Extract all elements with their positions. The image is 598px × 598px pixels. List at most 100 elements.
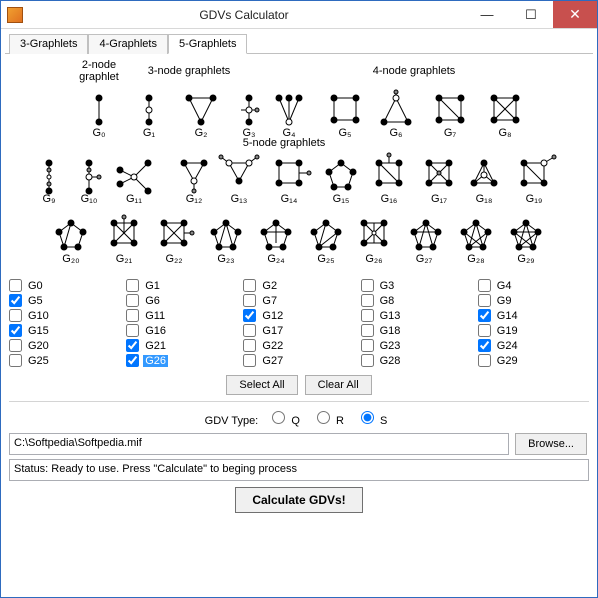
clear-all-button[interactable]: Clear All	[305, 375, 372, 395]
checkbox-g11[interactable]: G11	[126, 309, 237, 322]
checkbox-label: G15	[26, 325, 51, 337]
gdv-radio-r[interactable]: R	[312, 415, 344, 427]
checkbox-input-g22[interactable]	[243, 339, 256, 352]
checkbox-g4[interactable]: G4	[478, 279, 589, 292]
checkbox-g5[interactable]: G5	[9, 294, 120, 307]
calculate-button[interactable]: Calculate GDVs!	[235, 487, 362, 513]
checkbox-input-g18[interactable]	[361, 324, 374, 337]
tab-content: 2-node graphlet 3-node graphlets 4-node …	[1, 54, 597, 517]
checkbox-input-g4[interactable]	[478, 279, 491, 292]
checkbox-g12[interactable]: G12	[243, 309, 354, 322]
checkbox-input-g2[interactable]	[243, 279, 256, 292]
checkbox-g14[interactable]: G14	[478, 309, 589, 322]
checkbox-g3[interactable]: G3	[361, 279, 472, 292]
gdv-radio-q[interactable]: Q	[267, 415, 300, 427]
close-button[interactable]: ✕	[553, 1, 597, 28]
checkbox-g25[interactable]: G25	[9, 354, 120, 367]
graphlet-label-12: G₁₂	[186, 193, 203, 205]
checkbox-input-g0[interactable]	[9, 279, 22, 292]
checkbox-input-g14[interactable]	[478, 309, 491, 322]
graphlet-label-28: G₂₈	[467, 253, 484, 265]
checkbox-input-g25[interactable]	[9, 354, 22, 367]
checkbox-g27[interactable]: G27	[243, 354, 354, 367]
header-4node: 4-node graphlets	[373, 65, 456, 77]
checkbox-g20[interactable]: G20	[9, 339, 120, 352]
checkbox-label: G0	[26, 280, 45, 292]
tab-4-graphlets[interactable]: 4-Graphlets	[88, 34, 167, 54]
checkbox-g26[interactable]: G26	[126, 354, 237, 367]
checkbox-g18[interactable]: G18	[361, 324, 472, 337]
checkbox-g2[interactable]: G2	[243, 279, 354, 292]
checkbox-input-g10[interactable]	[9, 309, 22, 322]
checkbox-g0[interactable]: G0	[9, 279, 120, 292]
checkbox-input-g20[interactable]	[9, 339, 22, 352]
checkbox-g7[interactable]: G7	[243, 294, 354, 307]
checkbox-input-g21[interactable]	[126, 339, 139, 352]
graphlet-label-2: G₂	[195, 127, 208, 139]
checkbox-input-g5[interactable]	[9, 294, 22, 307]
checkbox-label: G8	[378, 295, 397, 307]
checkbox-input-g19[interactable]	[478, 324, 491, 337]
checkbox-g10[interactable]: G10	[9, 309, 120, 322]
header-2node: 2-node	[82, 59, 116, 71]
graphlet-label-0: G₀	[92, 127, 105, 139]
checkbox-g16[interactable]: G16	[126, 324, 237, 337]
checkbox-input-g6[interactable]	[126, 294, 139, 307]
select-all-button[interactable]: Select All	[226, 375, 297, 395]
checkbox-g24[interactable]: G24	[478, 339, 589, 352]
checkbox-input-g15[interactable]	[9, 324, 22, 337]
checkbox-input-g1[interactable]	[126, 279, 139, 292]
checkbox-input-g17[interactable]	[243, 324, 256, 337]
checkbox-g9[interactable]: G9	[478, 294, 589, 307]
checkbox-g21[interactable]: G21	[126, 339, 237, 352]
checkbox-input-g12[interactable]	[243, 309, 256, 322]
checkbox-g22[interactable]: G22	[243, 339, 354, 352]
checkbox-label: G24	[495, 340, 520, 352]
graphlet-label-4: G₄	[282, 127, 296, 139]
minimize-button[interactable]: —	[465, 1, 509, 28]
graphlet-checkboxes: G0 G1 G2 G3 G4 G5 G6 G7 G8 G9 G10 G11 G12 G13 G14 G15 G1…	[9, 279, 589, 367]
checkbox-input-g3[interactable]	[361, 279, 374, 292]
checkbox-label: G14	[495, 310, 520, 322]
checkbox-g1[interactable]: G1	[126, 279, 237, 292]
graphlet-label-27: G₂₇	[416, 253, 433, 265]
graphlet-label-14: G₁₄	[281, 193, 298, 205]
checkbox-g23[interactable]: G23	[361, 339, 472, 352]
checkbox-input-g23[interactable]	[361, 339, 374, 352]
browse-button[interactable]: Browse...	[515, 433, 587, 455]
checkbox-input-g8[interactable]	[361, 294, 374, 307]
graphlet-label-1: G₁	[143, 127, 156, 139]
graphlet-label-26: G₂₆	[365, 253, 382, 265]
checkbox-g15[interactable]: G15	[9, 324, 120, 337]
tab-5-graphlets[interactable]: 5-Graphlets	[168, 34, 247, 54]
checkbox-g29[interactable]: G29	[478, 354, 589, 367]
checkbox-input-g16[interactable]	[126, 324, 139, 337]
checkbox-label: G10	[26, 310, 51, 322]
checkbox-label: G19	[495, 325, 520, 337]
checkbox-label: G25	[26, 355, 51, 367]
checkbox-input-g28[interactable]	[361, 354, 374, 367]
checkbox-input-g13[interactable]	[361, 309, 374, 322]
gdv-type-row: GDV Type: Q R S	[9, 408, 589, 427]
checkbox-g28[interactable]: G28	[361, 354, 472, 367]
checkbox-g13[interactable]: G13	[361, 309, 472, 322]
window-buttons: — ☐ ✕	[465, 1, 597, 28]
gdv-type-label: GDV Type:	[205, 415, 259, 427]
checkbox-input-g27[interactable]	[243, 354, 256, 367]
checkbox-input-g11[interactable]	[126, 309, 139, 322]
checkbox-input-g29[interactable]	[478, 354, 491, 367]
checkbox-input-g7[interactable]	[243, 294, 256, 307]
checkbox-label: G9	[495, 295, 514, 307]
checkbox-g17[interactable]: G17	[243, 324, 354, 337]
tab-3-graphlets[interactable]: 3-Graphlets	[9, 34, 88, 54]
checkbox-g19[interactable]: G19	[478, 324, 589, 337]
checkbox-g6[interactable]: G6	[126, 294, 237, 307]
file-path-input[interactable]: C:\Softpedia\Softpedia.mif	[9, 433, 509, 455]
gdv-radio-s[interactable]: S	[356, 415, 387, 427]
checkbox-input-g9[interactable]	[478, 294, 491, 307]
checkbox-input-g26[interactable]	[126, 354, 139, 367]
maximize-button[interactable]: ☐	[509, 1, 553, 28]
checkbox-label: G22	[260, 340, 285, 352]
checkbox-g8[interactable]: G8	[361, 294, 472, 307]
checkbox-input-g24[interactable]	[478, 339, 491, 352]
